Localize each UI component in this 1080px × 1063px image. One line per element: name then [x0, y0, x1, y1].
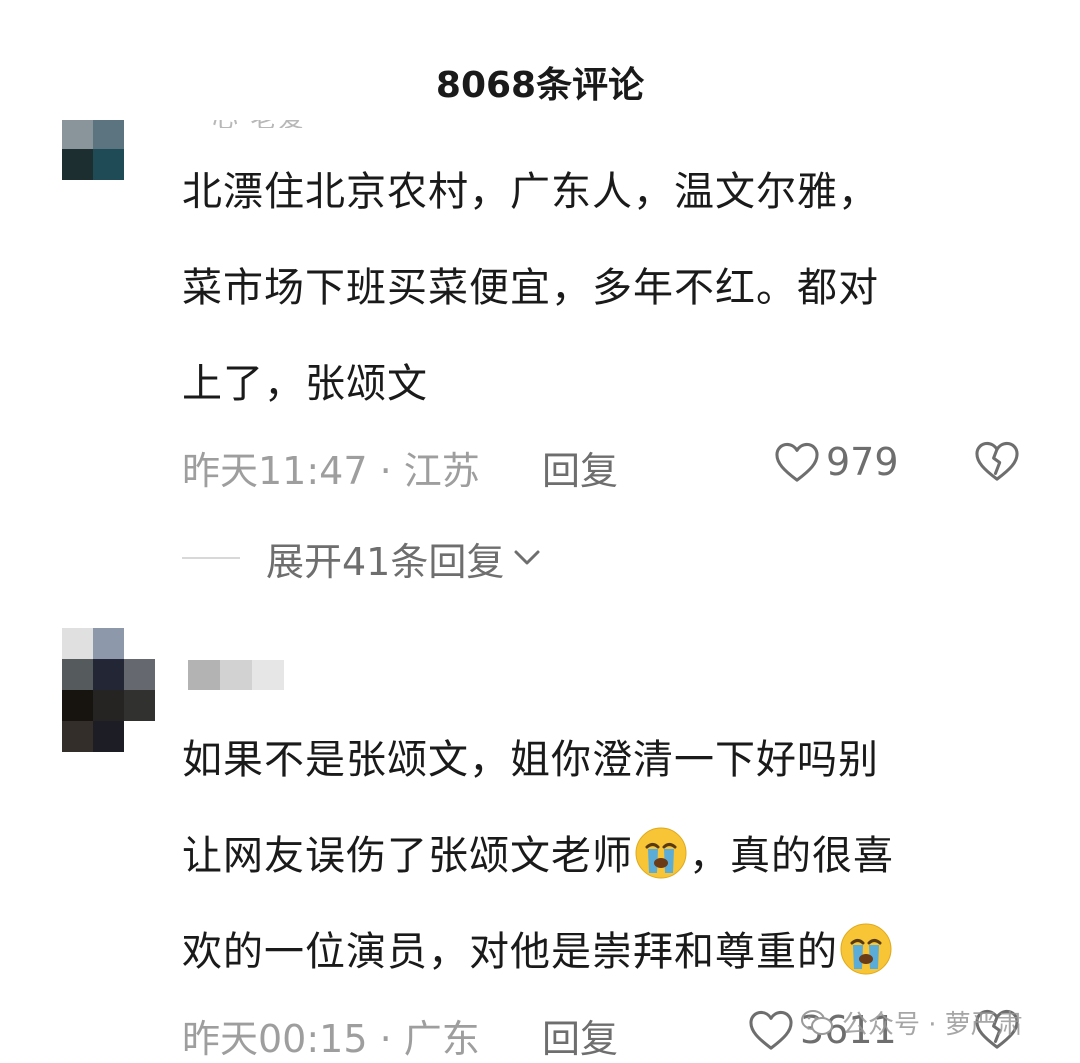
avatar-pixel — [188, 660, 220, 690]
avatar-pixel — [124, 628, 155, 659]
avatar-pixel — [62, 118, 93, 149]
avatar-pixel — [124, 721, 155, 752]
avatar-pixel — [62, 628, 93, 659]
comment-line: 让网友误伤了张颂文老师 ，真的很喜 — [182, 808, 1032, 904]
dislike-button[interactable] — [974, 440, 1020, 482]
avatar-pixel — [124, 149, 155, 180]
comment-text-2: 如果不是张颂文，姐你澄清一下好吗别 让网友误伤了张颂文老师 ，真的很喜 欢的一位… — [182, 712, 1032, 1000]
reply-button[interactable]: 回复 — [542, 440, 618, 495]
avatar-pixel — [93, 628, 124, 659]
expand-replies-button[interactable]: 展开41条回复 — [182, 530, 542, 586]
crying-face-emoji-icon — [840, 923, 892, 975]
watermark: 公众号 · 萝严肃 — [800, 1004, 1023, 1041]
comment-line: 如果不是张颂文，姐你澄清一下好吗别 — [182, 737, 879, 783]
avatar[interactable] — [62, 118, 155, 180]
avatar-pixel — [62, 659, 93, 690]
avatar-pixel — [124, 118, 155, 149]
avatar-pixel — [220, 660, 252, 690]
avatar-pixel — [93, 659, 124, 690]
avatar-pixel — [62, 721, 93, 752]
avatar-pixel — [252, 660, 284, 690]
avatar-pixel — [62, 149, 93, 180]
avatar-pixel — [93, 118, 124, 149]
heart-icon — [775, 442, 819, 482]
comment-text-1: 北漂住北京农村，广东人，温文尔雅， 菜市场下班买菜便宜，多年不红。都对 上了，张… — [182, 144, 1032, 432]
chevron-down-icon — [514, 550, 540, 565]
avatar-pixel — [93, 721, 124, 752]
expand-replies-label: 展开41条回复 — [266, 539, 505, 584]
comment-time-location: 昨天00:15 · 广东 — [182, 1017, 480, 1061]
comment-line: 欢的一位演员，对他是崇拜和尊重的 — [182, 904, 1032, 1000]
comments-header: 8068条评论 — [0, 0, 1080, 120]
wechat-icon — [801, 1009, 833, 1035]
divider-line — [182, 557, 240, 559]
comment-time-location: 昨天11:47 · 江苏 — [182, 449, 480, 493]
avatar-pixel — [124, 690, 155, 721]
avatar-pixel — [62, 690, 93, 721]
comment-count-title: 8068条评论 — [435, 65, 645, 106]
like-count: 979 — [826, 440, 899, 484]
watermark-text: 公众号 · 萝严肃 — [842, 1010, 1023, 1040]
comment-meta-1: 昨天11:47 · 江苏 回复 979 — [182, 440, 1042, 493]
avatar[interactable] — [62, 628, 155, 752]
crying-face-emoji-icon — [635, 827, 687, 879]
reply-button[interactable]: 回复 — [542, 1008, 618, 1063]
broken-heart-icon — [975, 441, 1019, 481]
comment-line: 菜市场下班买菜便宜，多年不红。都对 — [182, 265, 879, 311]
comment-line: 北漂住北京农村，广东人，温文尔雅， — [182, 169, 879, 215]
comment-line: 上了，张颂文 — [182, 361, 428, 407]
username-2[interactable] — [188, 660, 284, 690]
avatar-pixel — [124, 659, 155, 690]
heart-icon — [749, 1010, 793, 1050]
like-button[interactable]: 979 — [774, 440, 899, 484]
avatar-pixel — [93, 690, 124, 721]
avatar-pixel — [93, 149, 124, 180]
